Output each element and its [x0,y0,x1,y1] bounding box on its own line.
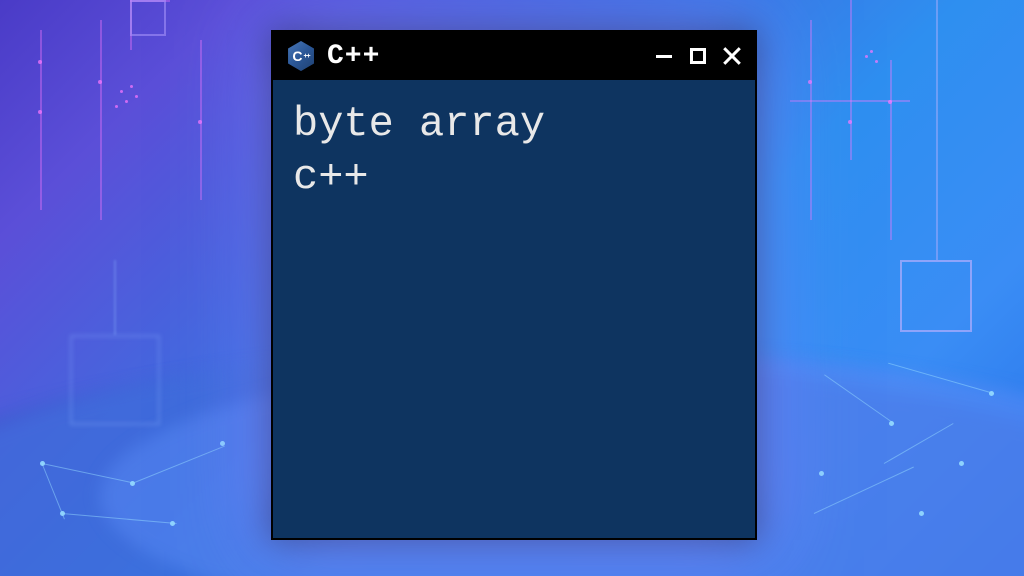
minimize-button[interactable] [653,45,675,67]
window-title: C++ [327,41,643,72]
terminal-window: C++ C++ byte array c++ [271,30,757,540]
titlebar[interactable]: C++ C++ [273,32,755,80]
maximize-button[interactable] [687,45,709,67]
window-controls [653,45,743,67]
close-button[interactable] [721,45,743,67]
cpp-logo-icon: C++ [285,40,317,72]
content-line-1: byte array [293,100,545,148]
minimize-icon [656,55,672,58]
close-icon [722,46,742,66]
content-line-2: c++ [293,153,369,201]
maximize-icon [690,48,706,64]
terminal-content: byte array c++ [273,80,755,221]
